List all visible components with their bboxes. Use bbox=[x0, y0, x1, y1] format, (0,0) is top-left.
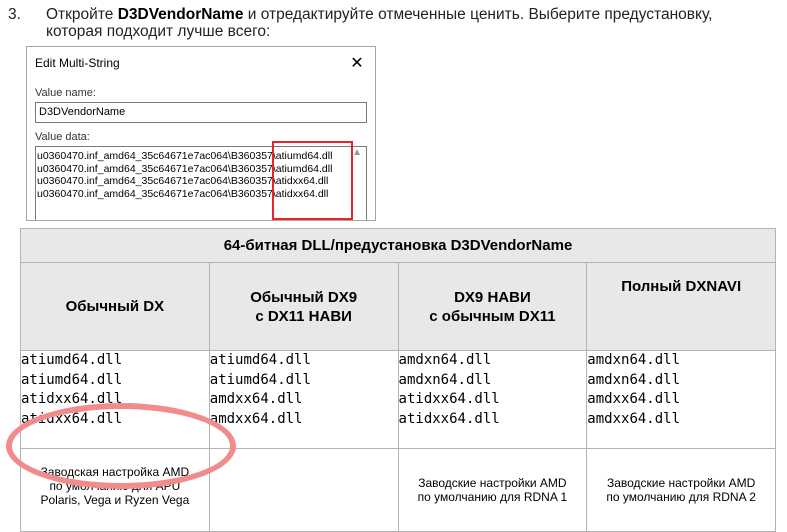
instruction-line2: которая подходит лучше всего: bbox=[46, 23, 271, 40]
close-icon[interactable]: ✕ bbox=[339, 53, 375, 73]
column-header: Обычный DX9 с DX11 НАВИ bbox=[208, 262, 399, 351]
highlight-oval bbox=[6, 403, 236, 489]
dialog-title: Edit Multi-String bbox=[35, 56, 120, 70]
table-caption: 64-битная DLL/предустановка D3DVendorNam… bbox=[20, 228, 776, 263]
highlight-box bbox=[272, 141, 353, 220]
dll-cell: amdxn64.dll amdxn64.dll amdxx64.dll amdxx64… bbox=[586, 350, 776, 449]
instruction-key-name: D3DVendorName bbox=[117, 6, 244, 23]
column-header: DX9 НАВИ с обычным DX11 bbox=[397, 262, 588, 351]
value-name-field[interactable]: D3DVendorName bbox=[35, 102, 367, 123]
step-number: 3. bbox=[8, 6, 21, 23]
instruction-before: Откройте bbox=[46, 6, 118, 23]
column-header: Полный DXNAVI bbox=[586, 262, 776, 351]
value-name-label: Value name: bbox=[35, 87, 96, 99]
note-cell: Заводские настройки AMD по умолчанию для … bbox=[586, 448, 776, 532]
column-header: Обычный DX bbox=[20, 262, 210, 351]
dll-cell: atiumd64.dll atiumd64.dll amdxx64.dll amdxx… bbox=[208, 350, 399, 449]
note-cell bbox=[208, 448, 399, 532]
scroll-up-icon[interactable]: ▲ bbox=[352, 147, 362, 158]
instruction-after: и отредактируйте отмеченные ценить. Выбе… bbox=[243, 6, 713, 23]
note-cell: Заводские настройки AMD по умолчанию для … bbox=[397, 448, 588, 532]
instruction-text: 3. Откройте D3DVendorName и отредактируйт… bbox=[8, 6, 778, 40]
dll-cell: amdxn64.dll amdxn64.dll atidxx64.dll atidxx… bbox=[397, 350, 588, 449]
dialog-title-bar: Edit Multi-String ✕ bbox=[27, 47, 375, 79]
